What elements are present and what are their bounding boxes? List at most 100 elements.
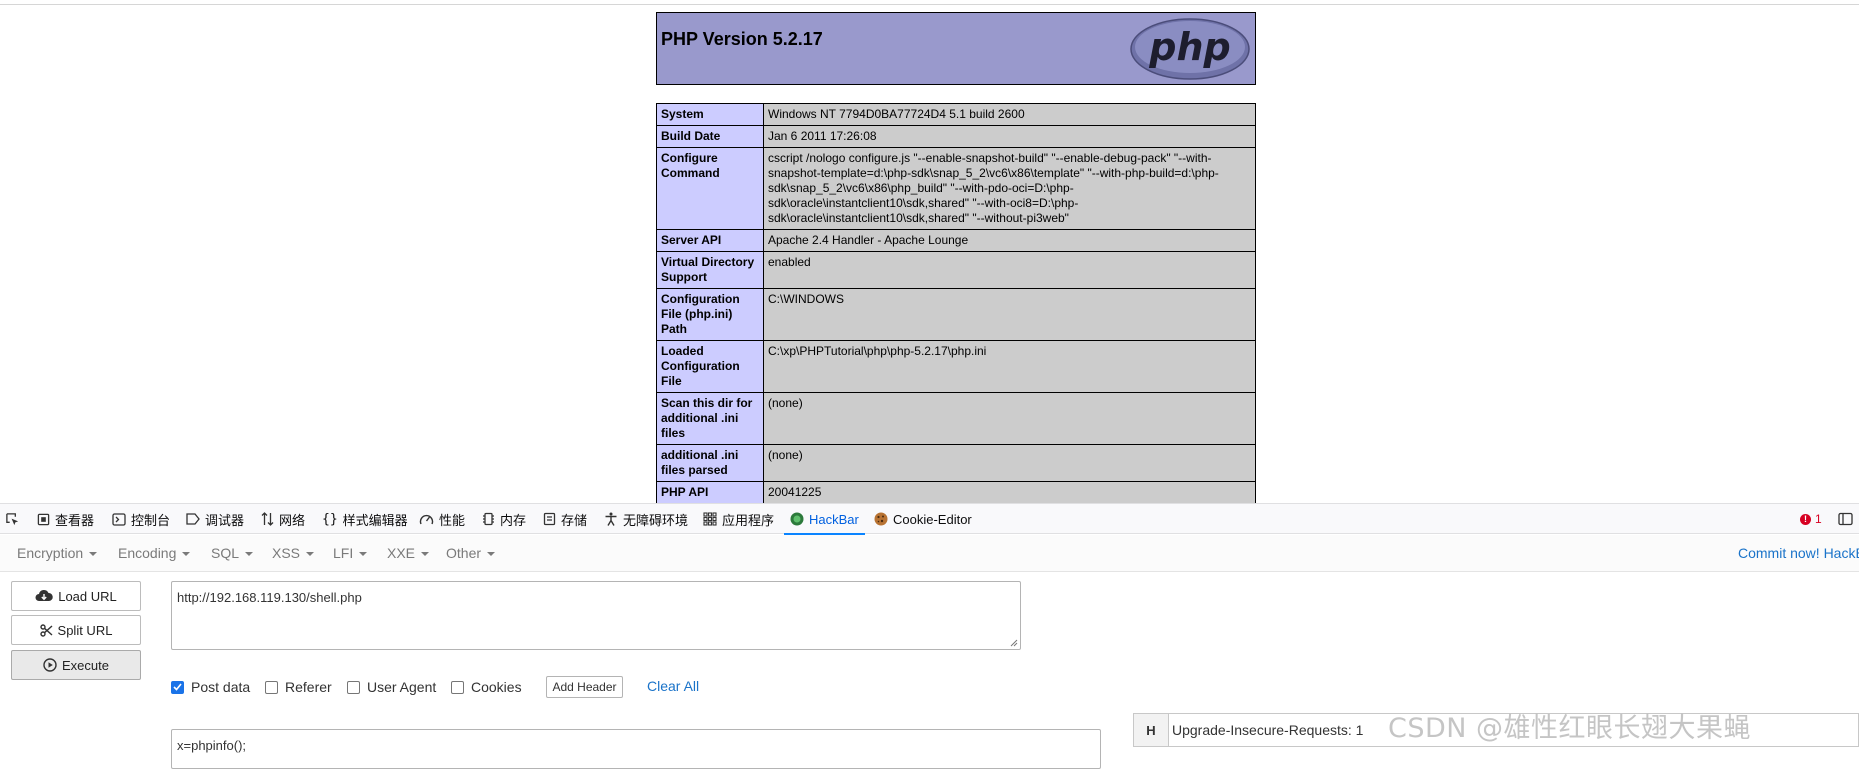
php-version-title: PHP Version 5.2.17 <box>661 29 823 49</box>
header-value: Upgrade-Insecure-Requests: 1 <box>1172 722 1364 738</box>
accessibility-icon <box>605 512 617 526</box>
menu-xxe[interactable]: XXE <box>387 535 430 571</box>
load-url-label: Load URL <box>58 588 117 604</box>
menu-encoding-label: Encoding <box>118 545 177 561</box>
cloud-download-icon <box>35 589 53 601</box>
php-info-key: Configure Command <box>656 147 764 230</box>
tab-style-editor[interactable]: {} 样式编辑器 <box>322 504 408 534</box>
tab-storage-label: 存储 <box>561 512 588 528</box>
tab-style-editor-label: 样式编辑器 <box>342 512 408 528</box>
resize-grip-icon[interactable] <box>1008 637 1018 647</box>
chevron-down-icon <box>89 552 98 556</box>
menu-encryption[interactable]: Encryption <box>17 535 98 571</box>
error-count-badge[interactable]: ! 1 <box>1800 504 1822 534</box>
csdn-watermark: CSDN @雄性红眼长翅大果蝇 <box>1388 713 1752 744</box>
menu-xxe-label: XXE <box>387 545 416 561</box>
php-info-key: System <box>656 103 764 126</box>
error-count: 1 <box>1815 512 1822 526</box>
commit-now-link[interactable]: Commit now! HackB <box>1738 535 1859 571</box>
checkbox-unchecked-icon <box>347 680 360 694</box>
hackbar-menu: Encryption Encoding SQL XSS LFI XXE Othe… <box>0 535 1859 572</box>
memory-icon <box>483 512 494 526</box>
tab-hackbar[interactable]: HackBar <box>784 504 865 535</box>
php-info-value: Jan 6 2011 17:26:08 <box>763 125 1256 148</box>
application-icon <box>703 512 717 526</box>
php-info-key: additional .ini files parsed <box>656 444 764 482</box>
hackbar-icon <box>790 512 804 526</box>
clear-all-link[interactable]: Clear All <box>647 678 699 694</box>
url-value: http://192.168.119.130/shell.php <box>177 590 362 605</box>
php-info-row: System Windows NT 7794D0BA77724D4 5.1 bui… <box>656 103 1256 126</box>
tab-application[interactable]: 应用程序 <box>703 504 774 534</box>
referer-checkbox[interactable]: Referer <box>265 678 332 696</box>
php-info-row: Configure Command cscript /nologo configu… <box>656 147 1256 230</box>
dock-side-icon <box>1838 512 1853 526</box>
post-data-value: x=phpinfo(); <box>177 738 247 753</box>
cookies-checkbox[interactable]: Cookies <box>451 678 522 696</box>
tab-network-label: 网络 <box>279 512 306 528</box>
load-url-button[interactable]: Load URL <box>11 581 141 611</box>
inspector-icon <box>37 513 50 525</box>
menu-other-label: Other <box>446 545 482 561</box>
post-data-input[interactable]: x=phpinfo(); <box>171 729 1101 769</box>
chevron-down-icon <box>421 552 430 556</box>
play-circle-icon <box>43 658 57 672</box>
php-info-row: PHP API 20041225 <box>656 481 1256 503</box>
split-url-label: Split URL <box>57 622 113 638</box>
chevron-down-icon <box>182 552 191 556</box>
tab-storage[interactable]: 存储 <box>543 504 587 534</box>
tab-debugger[interactable]: 调试器 <box>186 504 244 534</box>
tab-cookie-editor-label: Cookie-Editor <box>893 511 972 527</box>
top-divider <box>0 4 1859 5</box>
tab-inspector-label: 查看器 <box>55 512 95 528</box>
tab-performance-label: 性能 <box>439 512 466 528</box>
tab-console[interactable]: 控制台 <box>112 504 170 534</box>
menu-lfi-label: LFI <box>333 545 354 561</box>
tab-accessibility[interactable]: 无障碍环境 <box>604 504 688 534</box>
tab-accessibility-label: 无障碍环境 <box>623 512 689 528</box>
user-agent-checkbox[interactable]: User Agent <box>347 678 436 696</box>
scissors-icon <box>39 623 52 637</box>
php-info-value: 20041225 <box>763 481 1256 503</box>
php-info-value: Windows NT 7794D0BA77724D4 5.1 build 260… <box>763 103 1256 126</box>
tab-network[interactable]: 网络 <box>261 504 305 534</box>
php-info-row: additional .ini files parsed (none) <box>656 444 1256 482</box>
php-info-value: (none) <box>763 444 1256 482</box>
tab-cookie-editor[interactable]: Cookie-Editor <box>874 504 972 534</box>
php-info-key: PHP API <box>656 481 764 503</box>
tab-application-label: 应用程序 <box>722 512 775 528</box>
element-picker-button[interactable] <box>5 504 20 534</box>
dock-toggle-button[interactable] <box>1838 504 1853 534</box>
post-data-label: Post data <box>191 679 251 695</box>
menu-xss[interactable]: XSS <box>272 535 315 571</box>
header-tag[interactable]: H <box>1133 713 1169 747</box>
tab-performance[interactable]: 性能 <box>419 504 465 534</box>
split-url-button[interactable]: Split URL <box>11 615 141 645</box>
php-logo-text: php <box>1148 25 1230 69</box>
php-info-row: Server API Apache 2.4 Handler - Apache Lo… <box>656 229 1256 252</box>
post-data-checkbox[interactable]: Post data <box>171 678 250 696</box>
php-info-key: Loaded Configuration File <box>656 340 764 393</box>
checkbox-unchecked-icon <box>451 680 464 694</box>
style-editor-icon: {} <box>322 511 338 527</box>
chevron-down-icon <box>306 552 315 556</box>
execute-button[interactable]: Execute <box>11 650 141 680</box>
url-input[interactable]: http://192.168.119.130/shell.php <box>171 581 1021 650</box>
tab-hackbar-label: HackBar <box>809 511 859 527</box>
php-info-value: C:\xp\PHPTutorial\php\php-5.2.17\php.ini <box>763 340 1256 393</box>
php-info-row: Configuration File (php.ini) Path C:\WIND… <box>656 288 1256 341</box>
php-info-row: Scan this dir for additional .ini files(… <box>656 392 1256 445</box>
add-header-button[interactable]: Add Header <box>546 676 623 698</box>
tab-inspector[interactable]: 查看器 <box>37 504 94 534</box>
php-info-key: Scan this dir for additional .ini files <box>656 392 764 445</box>
tab-memory[interactable]: 内存 <box>482 504 526 534</box>
menu-sql-label: SQL <box>211 545 240 561</box>
menu-encoding[interactable]: Encoding <box>118 535 191 571</box>
php-info-key: Configuration File (php.ini) Path <box>656 288 764 341</box>
menu-lfi[interactable]: LFI <box>333 535 368 571</box>
checkbox-unchecked-icon <box>265 680 278 694</box>
menu-xss-label: XSS <box>272 545 301 561</box>
menu-other[interactable]: Other <box>446 535 496 571</box>
menu-sql[interactable]: SQL <box>211 535 254 571</box>
console-icon <box>112 512 126 526</box>
